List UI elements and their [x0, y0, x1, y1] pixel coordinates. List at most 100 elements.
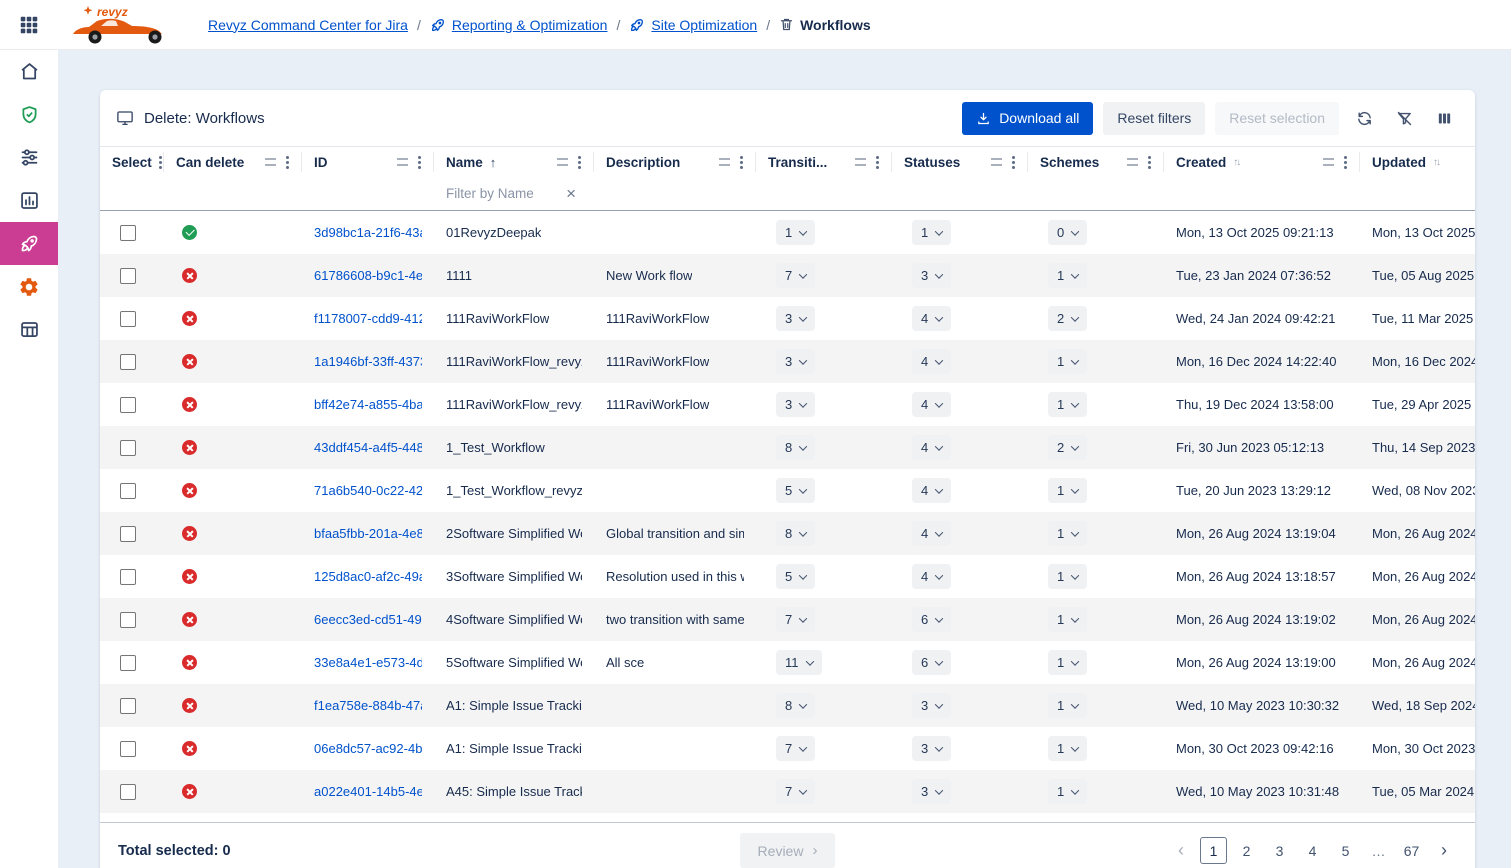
- column-filter-icon[interactable]: [1127, 158, 1138, 166]
- transitions-dropdown[interactable]: 1: [776, 220, 815, 245]
- column-menu-icon[interactable]: [418, 161, 421, 164]
- statuses-dropdown[interactable]: 3: [912, 779, 951, 804]
- refresh-button[interactable]: [1349, 103, 1379, 133]
- row-select-checkbox[interactable]: [120, 354, 136, 370]
- row-select-checkbox[interactable]: [120, 569, 136, 585]
- statuses-dropdown[interactable]: 4: [912, 521, 951, 546]
- schemes-dropdown[interactable]: 1: [1048, 478, 1087, 503]
- sidebar-item-site-optimization[interactable]: [0, 222, 58, 265]
- row-select-checkbox[interactable]: [120, 397, 136, 413]
- row-select-checkbox[interactable]: [120, 526, 136, 542]
- workflow-id-link[interactable]: a022e401-14b5-4ee1-l: [314, 784, 422, 799]
- clear-name-filter-icon[interactable]: ×: [566, 185, 582, 202]
- workflow-id-link[interactable]: 43ddf454-a4f5-448e-a: [314, 440, 422, 455]
- column-filter-icon[interactable]: [719, 158, 730, 166]
- column-menu-icon[interactable]: [1148, 161, 1151, 164]
- col-schemes[interactable]: Schemes: [1028, 147, 1164, 177]
- statuses-dropdown[interactable]: 3: [912, 736, 951, 761]
- sidebar-item-settings-sliders[interactable]: [0, 136, 58, 179]
- col-transitions[interactable]: Transiti...: [756, 147, 892, 177]
- workflow-id-link[interactable]: 06e8dc57-ac92-4bea-b: [314, 741, 422, 756]
- name-filter-input[interactable]: [446, 186, 560, 201]
- sort-asc-icon[interactable]: ↑: [490, 155, 497, 170]
- schemes-dropdown[interactable]: 1: [1048, 650, 1087, 675]
- row-select-checkbox[interactable]: [120, 741, 136, 757]
- column-menu-icon[interactable]: [1344, 161, 1347, 164]
- schemes-dropdown[interactable]: 2: [1048, 306, 1087, 331]
- column-filter-icon[interactable]: [991, 158, 1002, 166]
- column-menu-icon[interactable]: [286, 161, 289, 164]
- app-switcher-button[interactable]: [14, 10, 44, 40]
- row-select-checkbox[interactable]: [120, 483, 136, 499]
- statuses-dropdown[interactable]: 4: [912, 564, 951, 589]
- row-select-checkbox[interactable]: [120, 440, 136, 456]
- transitions-dropdown[interactable]: 3: [776, 306, 815, 331]
- sort-icon[interactable]: ↑↓: [1233, 157, 1239, 168]
- row-select-checkbox[interactable]: [120, 268, 136, 284]
- transitions-dropdown[interactable]: 3: [776, 349, 815, 374]
- sidebar-item-admin[interactable]: [0, 265, 58, 308]
- statuses-dropdown[interactable]: 4: [912, 435, 951, 460]
- statuses-dropdown[interactable]: 6: [912, 607, 951, 632]
- breadcrumb-link-reporting-optimization[interactable]: Reporting & Optimization: [430, 17, 608, 33]
- row-select-checkbox[interactable]: [120, 612, 136, 628]
- column-filter-icon[interactable]: [855, 158, 866, 166]
- schemes-dropdown[interactable]: 1: [1048, 564, 1087, 589]
- col-description[interactable]: Description: [594, 147, 756, 177]
- col-id[interactable]: ID: [302, 147, 434, 177]
- statuses-dropdown[interactable]: 4: [912, 306, 951, 331]
- reset-selection-button[interactable]: Reset selection: [1215, 102, 1339, 135]
- page-button-67[interactable]: 67: [1398, 837, 1425, 864]
- transitions-dropdown[interactable]: 8: [776, 521, 815, 546]
- workflow-id-link[interactable]: f1ea758e-884b-47ae-a: [314, 698, 422, 713]
- statuses-dropdown[interactable]: 3: [912, 693, 951, 718]
- prev-page-icon[interactable]: ‹: [1168, 838, 1194, 864]
- column-menu-icon[interactable]: [159, 161, 162, 164]
- col-can-delete[interactable]: Can delete: [164, 147, 302, 177]
- col-created[interactable]: Created ↑↓: [1164, 147, 1360, 177]
- schemes-dropdown[interactable]: 0: [1048, 220, 1087, 245]
- reset-filters-button[interactable]: Reset filters: [1103, 102, 1205, 135]
- columns-button[interactable]: [1429, 103, 1459, 133]
- page-button-3[interactable]: 3: [1266, 837, 1293, 864]
- statuses-dropdown[interactable]: 4: [912, 349, 951, 374]
- schemes-dropdown[interactable]: 2: [1048, 435, 1087, 460]
- statuses-dropdown[interactable]: 1: [912, 220, 951, 245]
- workflow-id-link[interactable]: bff42e74-a855-4ba7-8: [314, 397, 422, 412]
- transitions-dropdown[interactable]: 11: [776, 650, 822, 675]
- column-menu-icon[interactable]: [1012, 161, 1015, 164]
- row-select-checkbox[interactable]: [120, 655, 136, 671]
- review-button[interactable]: Review›: [740, 833, 836, 868]
- row-select-checkbox[interactable]: [120, 225, 136, 241]
- column-filter-icon[interactable]: [265, 158, 276, 166]
- schemes-dropdown[interactable]: 1: [1048, 779, 1087, 804]
- schemes-dropdown[interactable]: 1: [1048, 521, 1087, 546]
- schemes-dropdown[interactable]: 1: [1048, 392, 1087, 417]
- schemes-dropdown[interactable]: 1: [1048, 349, 1087, 374]
- workflow-id-link[interactable]: bfaa5fbb-201a-4e85-9: [314, 526, 422, 541]
- schemes-dropdown[interactable]: 1: [1048, 263, 1087, 288]
- page-button-1[interactable]: 1: [1200, 837, 1227, 864]
- transitions-dropdown[interactable]: 7: [776, 736, 815, 761]
- transitions-dropdown[interactable]: 5: [776, 564, 815, 589]
- column-filter-icon[interactable]: [1323, 158, 1334, 166]
- col-select[interactable]: Select: [100, 147, 164, 177]
- workflow-id-link[interactable]: 6eecc3ed-cd51-4938-8: [314, 612, 422, 627]
- breadcrumb-link-command-center[interactable]: Revyz Command Center for Jira: [208, 17, 408, 33]
- sidebar-item-data-tables[interactable]: [0, 308, 58, 351]
- sidebar-item-home[interactable]: [0, 50, 58, 93]
- row-select-checkbox[interactable]: [120, 311, 136, 327]
- workflow-id-link[interactable]: 3d98bc1a-21f6-43ad-b: [314, 225, 422, 240]
- column-filter-icon[interactable]: [557, 158, 568, 166]
- transitions-dropdown[interactable]: 7: [776, 607, 815, 632]
- page-button-5[interactable]: 5: [1332, 837, 1359, 864]
- sidebar-item-reports[interactable]: [0, 179, 58, 222]
- statuses-dropdown[interactable]: 6: [912, 650, 951, 675]
- column-filter-icon[interactable]: [397, 158, 408, 166]
- transitions-dropdown[interactable]: 7: [776, 263, 815, 288]
- transitions-dropdown[interactable]: 3: [776, 392, 815, 417]
- col-statuses[interactable]: Statuses: [892, 147, 1028, 177]
- transitions-dropdown[interactable]: 8: [776, 435, 815, 460]
- workflow-id-link[interactable]: f1178007-cdd9-4129-a: [314, 311, 422, 326]
- sidebar-item-protect[interactable]: [0, 93, 58, 136]
